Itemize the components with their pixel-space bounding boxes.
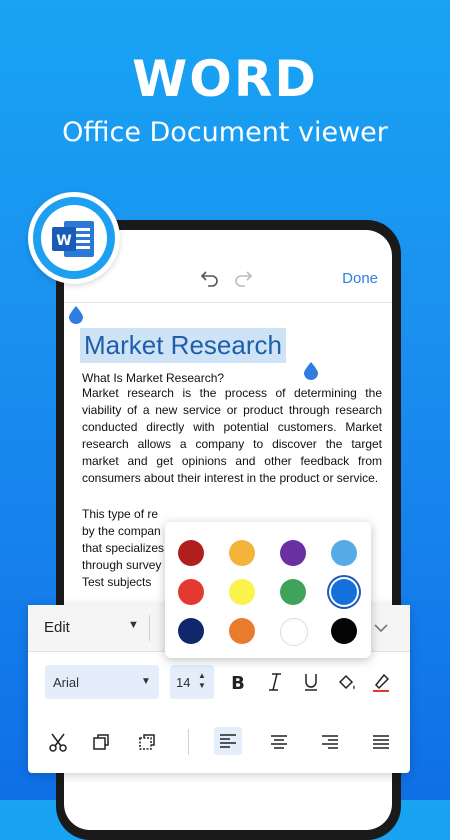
font-size-stepper[interactable]: 14 ▲ ▼ bbox=[170, 665, 214, 699]
document-title[interactable]: Market Research bbox=[80, 328, 286, 363]
color-swatch[interactable] bbox=[229, 579, 255, 605]
color-picker-popup bbox=[165, 522, 371, 658]
color-swatch[interactable] bbox=[280, 540, 306, 566]
font-dropdown-icon: ▼ bbox=[141, 676, 151, 687]
highlighter-icon[interactable] bbox=[370, 671, 392, 693]
align-right-icon[interactable] bbox=[319, 731, 341, 753]
color-swatch[interactable] bbox=[229, 618, 255, 644]
align-left-button[interactable] bbox=[214, 727, 242, 755]
color-swatch[interactable] bbox=[178, 540, 204, 566]
stepper-arrows-icon[interactable]: ▲ ▼ bbox=[198, 671, 206, 691]
copy-icon[interactable] bbox=[90, 731, 112, 753]
promo-subline: Office Document viewer bbox=[62, 117, 388, 148]
color-swatch[interactable] bbox=[178, 579, 204, 605]
edit-mode-label[interactable]: Edit bbox=[44, 619, 70, 636]
cut-icon[interactable] bbox=[47, 731, 69, 753]
align-left-icon bbox=[220, 734, 236, 748]
collapse-chevron-icon[interactable] bbox=[372, 619, 390, 637]
edit-dropdown-icon[interactable]: ▼ bbox=[128, 619, 139, 631]
svg-text:W: W bbox=[56, 233, 71, 249]
word-app-badge: W bbox=[28, 192, 120, 284]
paragraph-line: This type of re bbox=[82, 507, 159, 521]
promo-headline: WORD bbox=[132, 50, 318, 108]
undo-icon[interactable] bbox=[199, 266, 221, 288]
bold-icon[interactable]: B bbox=[227, 671, 249, 693]
align-center-icon[interactable] bbox=[268, 731, 290, 753]
underline-icon[interactable] bbox=[300, 671, 322, 693]
selection-end-handle-icon[interactable] bbox=[304, 362, 318, 380]
color-swatch[interactable] bbox=[331, 540, 357, 566]
color-swatch[interactable] bbox=[178, 618, 204, 644]
paste-icon[interactable] bbox=[136, 731, 158, 753]
font-size-value: 14 bbox=[176, 675, 191, 690]
document-question[interactable]: What Is Market Research? bbox=[82, 371, 382, 385]
color-swatch[interactable] bbox=[229, 540, 255, 566]
color-swatch-selected[interactable] bbox=[331, 579, 357, 605]
color-swatch[interactable] bbox=[280, 618, 308, 646]
fill-color-icon[interactable] bbox=[336, 671, 358, 693]
selection-start-handle-icon[interactable] bbox=[69, 306, 83, 324]
redo-icon[interactable] bbox=[232, 266, 254, 288]
color-swatch[interactable] bbox=[280, 579, 306, 605]
document-paragraph-1[interactable]: Market research is the process of determ… bbox=[82, 385, 382, 487]
color-swatch[interactable] bbox=[331, 618, 357, 644]
word-logo-icon: W bbox=[52, 221, 94, 257]
font-family-value: Arial bbox=[53, 675, 80, 690]
justify-icon[interactable] bbox=[370, 731, 392, 753]
font-family-select[interactable]: Arial ▼ bbox=[45, 665, 159, 699]
toolbar-divider bbox=[188, 729, 189, 755]
italic-icon[interactable] bbox=[264, 671, 286, 693]
done-button[interactable]: Done bbox=[342, 270, 378, 287]
svg-text:B: B bbox=[231, 673, 245, 693]
header-divider bbox=[149, 615, 150, 641]
